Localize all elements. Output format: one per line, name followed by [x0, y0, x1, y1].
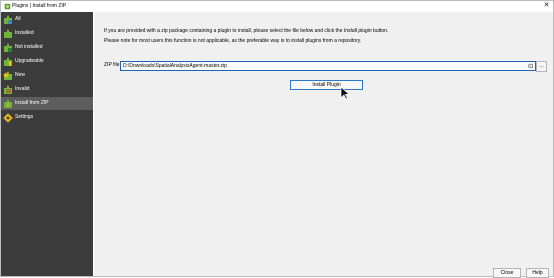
puzzle-invalid-icon — [4, 85, 12, 94]
zip-file-label: ZIP file — [104, 62, 120, 68]
sidebar-item-all[interactable]: All — [1, 13, 93, 26]
sidebar-item-not-installed[interactable]: Not installed — [1, 41, 93, 54]
puzzle-zip-icon — [4, 99, 12, 108]
zip-file-value: D:\Downloads\SpatialAnalysisAgent-master… — [123, 63, 227, 69]
sidebar-item-settings[interactable]: Settings — [1, 111, 93, 124]
sidebar-item-label: Install from ZIP — [15, 100, 49, 106]
sidebar-item-label: Settings — [15, 114, 34, 120]
main-panel: If you are provided with a zip package c… — [94, 12, 553, 278]
puzzle-not-installed-icon — [4, 43, 12, 52]
sidebar-item-install-from-zip[interactable]: Install from ZIP — [1, 97, 93, 110]
sidebar-item-invalid[interactable]: Invalid — [1, 83, 93, 96]
sidebar-item-label: Installed — [15, 30, 34, 36]
browse-button[interactable]: … — [536, 61, 547, 72]
gear-icon — [3, 113, 13, 123]
sidebar-item-label: New — [15, 72, 26, 78]
window-title: Plugins | Install from ZIP — [12, 3, 67, 9]
close-window-icon[interactable]: ✕ — [542, 1, 551, 11]
sidebar-item-installed[interactable]: Installed — [1, 27, 93, 40]
clear-icon[interactable] — [527, 63, 533, 69]
plugin-app-icon — [4, 3, 11, 10]
sidebar-item-label: All — [15, 16, 21, 22]
puzzle-upgrade-icon — [4, 57, 12, 66]
description-text: If you are provided with a zip package c… — [104, 28, 388, 35]
note-text: Please note for most users this function… — [104, 38, 362, 44]
zip-file-input[interactable]: D:\Downloads\SpatialAnalysisAgent-master… — [120, 61, 536, 71]
sidebar-item-label: Upgradeable — [15, 58, 44, 64]
puzzle-installed-icon — [4, 29, 12, 38]
description-part: If you are provided with a zip package c… — [104, 28, 344, 34]
description-part: button. — [371, 28, 389, 34]
plugins-window: Plugins | Install from ZIP ✕ All Install… — [0, 0, 554, 278]
title-bar: Plugins | Install from ZIP ✕ — [1, 1, 553, 12]
description-emphasis: Install plugin — [343, 28, 372, 34]
sidebar-item-new[interactable]: New — [1, 69, 93, 82]
puzzle-all-icon — [4, 15, 12, 24]
sidebar: All Installed Not installed Upgradeable … — [1, 12, 93, 276]
sidebar-item-label: Invalid — [15, 86, 30, 92]
install-plugin-button[interactable]: Install Plugin — [290, 80, 363, 90]
sidebar-item-label: Not installed — [15, 44, 43, 50]
puzzle-new-icon — [3, 71, 12, 80]
mouse-cursor-icon — [340, 86, 350, 100]
sidebar-item-upgradeable[interactable]: Upgradeable — [1, 55, 93, 68]
